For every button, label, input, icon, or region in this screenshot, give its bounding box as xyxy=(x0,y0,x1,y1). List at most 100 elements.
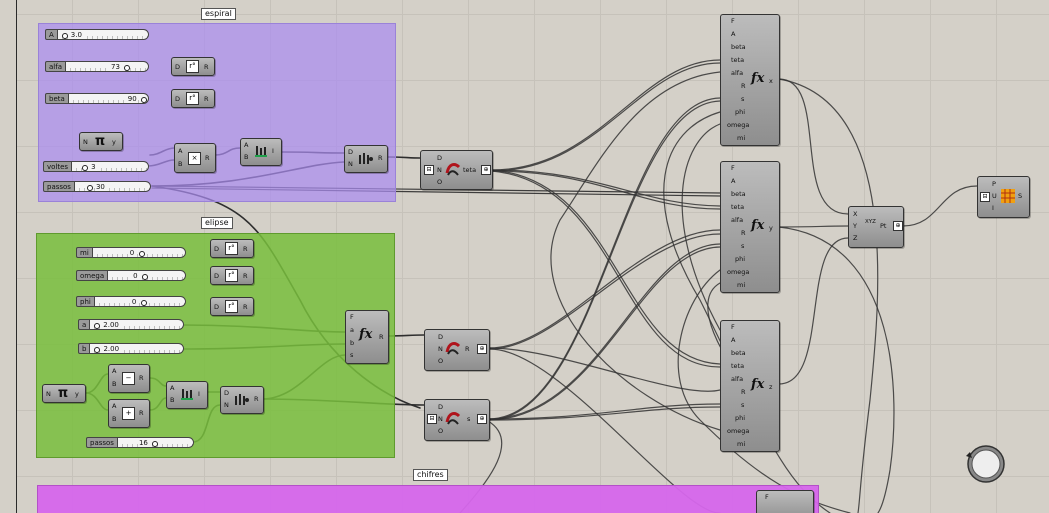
port-label: N xyxy=(46,390,51,398)
port-label: D xyxy=(214,272,220,280)
port-label: Z xyxy=(853,234,858,242)
group-chifres[interactable] xyxy=(37,485,819,513)
port-label: F xyxy=(350,313,354,321)
port-label: R xyxy=(741,388,746,396)
degrees-icon: r° xyxy=(186,92,199,105)
slider-a[interactable]: a 2.00 xyxy=(78,319,184,330)
slider-alfa[interactable]: alfa 73 xyxy=(45,61,149,72)
slider-knob[interactable] xyxy=(86,185,93,191)
radians-component[interactable]: D r° R xyxy=(210,266,254,285)
graft-icon: ⊕ xyxy=(481,165,491,175)
division-component[interactable]: A B I xyxy=(166,381,208,409)
flatten-icon: ⊟ xyxy=(427,414,437,424)
division-component[interactable]: A B I xyxy=(240,138,282,166)
port-label: s xyxy=(741,95,745,103)
slider-knob[interactable] xyxy=(138,251,145,257)
divide-curve-teta-component[interactable]: D N O ⊟ teta ⊕ xyxy=(420,150,493,190)
expression-icon: fx xyxy=(751,218,765,233)
slider-track[interactable]: 0 xyxy=(92,247,186,258)
port-label: A xyxy=(731,177,736,185)
port-label: s xyxy=(741,401,745,409)
slider-value: 90 xyxy=(126,94,138,103)
nurbs-surface-component[interactable]: P ⊟ U I S xyxy=(977,176,1030,218)
slider-knob[interactable] xyxy=(151,441,158,447)
slider-track[interactable]: 90 xyxy=(68,93,149,104)
port-label: O xyxy=(438,427,444,435)
slider-knob[interactable] xyxy=(142,274,149,280)
grasshopper-canvas[interactable]: espiral elipse chifres A 3.0 alfa 73 bet… xyxy=(0,0,1049,513)
slider-phi[interactable]: phi 0 xyxy=(76,296,186,307)
range-component[interactable]: D N R xyxy=(220,386,264,414)
port-label: b xyxy=(350,339,355,347)
slider-value: 16 xyxy=(137,438,149,447)
construct-point-component[interactable]: X Y Z XYZ Pt ⊕ xyxy=(848,206,904,248)
wire xyxy=(681,123,721,331)
radians-component[interactable]: D r° R xyxy=(210,297,254,316)
degrees-icon: r° xyxy=(225,242,238,255)
surface-icon xyxy=(1000,188,1016,204)
expression-ellipse-component[interactable]: F a b s fx R xyxy=(345,310,389,364)
slider-passos-espiral[interactable]: passos 30 xyxy=(43,181,151,192)
group-espiral[interactable] xyxy=(38,23,396,202)
pi-component[interactable]: N π y xyxy=(42,384,86,403)
expression-x-component[interactable]: F A beta teta alfa R s phi omega mi fx x xyxy=(720,14,780,146)
graft-icon: ⊕ xyxy=(477,344,487,354)
radians-component[interactable]: D r° R xyxy=(171,57,215,76)
slider-track[interactable]: 2.00 xyxy=(90,343,184,354)
pi-component[interactable]: N π y xyxy=(79,132,123,151)
slider-label: a xyxy=(78,319,91,330)
port-label: R xyxy=(254,395,259,403)
multiplication-component[interactable]: A B × R xyxy=(174,143,216,173)
expression-z-component[interactable]: F A beta teta alfa R s phi omega mi fx z xyxy=(720,320,780,452)
divide-curve-s-component[interactable]: ⊟ D N O s ⊕ xyxy=(424,399,490,441)
slider-track[interactable]: 0 xyxy=(108,270,186,281)
slider-track[interactable]: 30 xyxy=(74,181,151,192)
slider-knob[interactable] xyxy=(124,65,130,71)
slider-knob[interactable] xyxy=(94,347,101,353)
port-label: D xyxy=(348,148,354,156)
slider-knob[interactable] xyxy=(94,323,101,329)
port-label: teta xyxy=(731,362,745,370)
expression-icon: fx xyxy=(751,71,765,86)
port-label: N xyxy=(438,415,443,423)
radians-component[interactable]: D r° R xyxy=(210,239,254,258)
expression-y-component[interactable]: F A beta teta alfa R s phi omega mi fx y xyxy=(720,161,780,293)
slider-beta[interactable]: beta 90 xyxy=(45,93,149,104)
slider-passos-elipse[interactable]: passos 16 xyxy=(86,437,194,448)
slider-knob[interactable] xyxy=(140,300,147,306)
expression-partial-component[interactable]: F xyxy=(756,490,814,513)
slider-track[interactable]: 16 xyxy=(117,437,194,448)
port-label: mi xyxy=(737,134,746,142)
slider-knob[interactable] xyxy=(61,33,68,39)
slider-value: 2.00 xyxy=(102,344,121,353)
port-label: F xyxy=(731,164,735,172)
slider-track[interactable]: 2.00 xyxy=(90,319,184,330)
degrees-icon: r° xyxy=(225,300,238,313)
radians-component[interactable]: D r° R xyxy=(171,89,215,108)
addition-component[interactable]: A B + R xyxy=(108,399,150,428)
slider-label: voltes xyxy=(43,161,73,172)
subtraction-component[interactable]: A B − R xyxy=(108,364,150,393)
slider-b[interactable]: b 2.00 xyxy=(78,343,184,354)
slider-knob[interactable] xyxy=(140,97,147,103)
port-label: D xyxy=(438,333,444,341)
slider-track[interactable]: 73 xyxy=(66,61,149,72)
slider-label: beta xyxy=(45,93,69,104)
range-component[interactable]: D N R xyxy=(344,145,388,173)
slider-value: 3.0 xyxy=(69,30,83,39)
slider-voltes[interactable]: voltes 3 xyxy=(43,161,149,172)
slider-knob[interactable] xyxy=(82,165,89,171)
slider-omega[interactable]: omega 0 xyxy=(76,270,186,281)
slider-track[interactable]: 3.0 xyxy=(57,29,149,40)
range-icon xyxy=(234,392,250,408)
divide-curve-r-component[interactable]: D N O R ⊕ xyxy=(424,329,490,371)
slider-track[interactable]: 3 xyxy=(72,161,149,172)
slider-track[interactable]: 0 xyxy=(94,296,186,307)
flatten-icon: ⊟ xyxy=(980,192,990,202)
slider-mi[interactable]: mi 0 xyxy=(76,247,186,258)
slider-A[interactable]: A 3.0 xyxy=(45,29,149,40)
port-label: I xyxy=(272,147,274,155)
port-label: y xyxy=(112,138,116,146)
slider-value: 3 xyxy=(90,162,97,171)
navigation-wheel-icon[interactable] xyxy=(964,442,1008,486)
